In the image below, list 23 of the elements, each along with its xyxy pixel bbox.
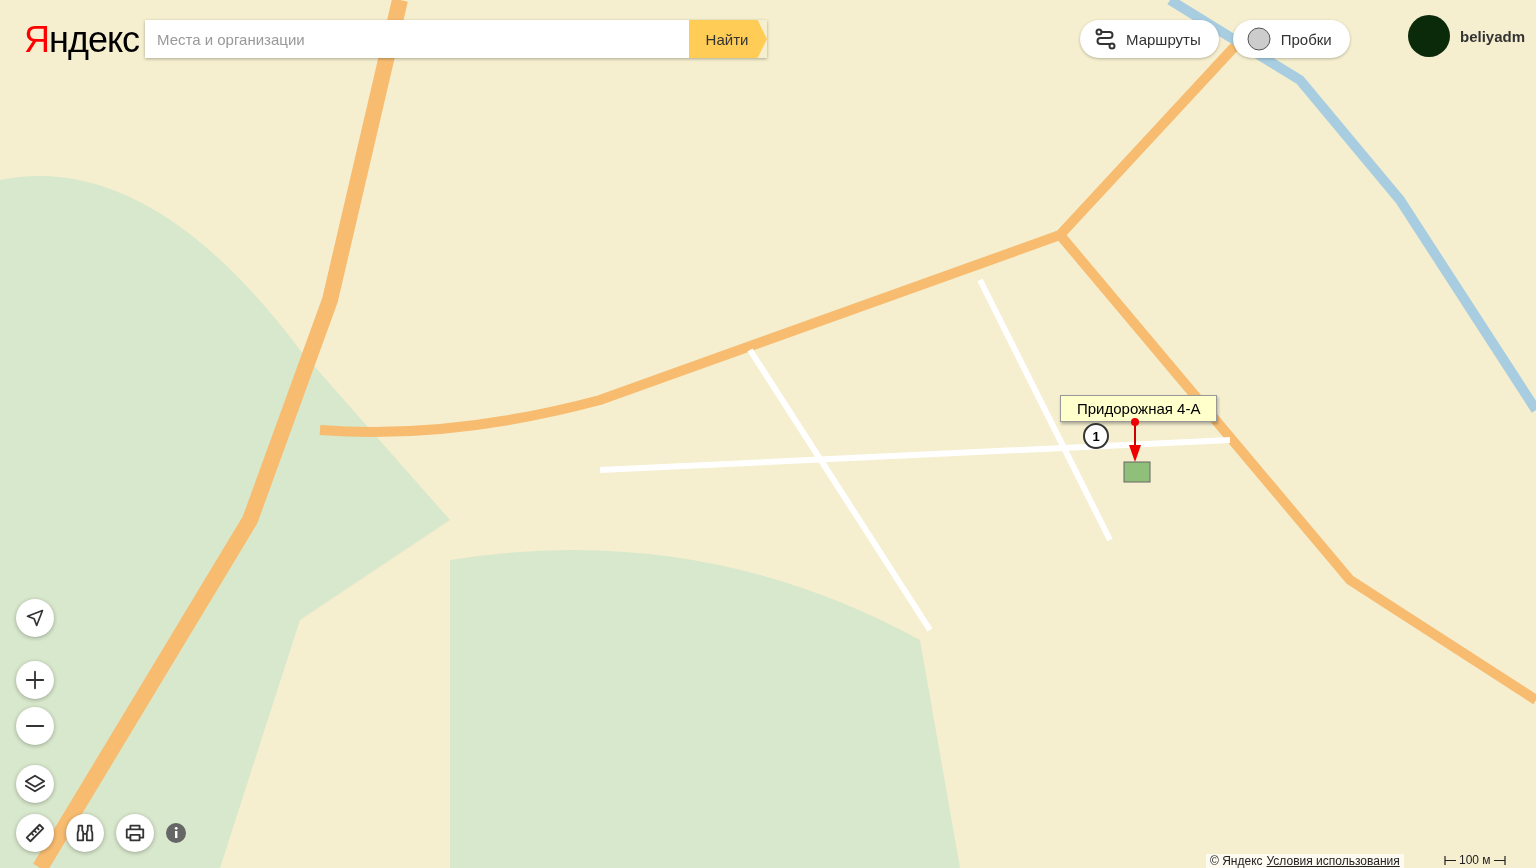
info-icon[interactable] <box>166 823 186 843</box>
scale-tick-icon <box>1444 855 1456 865</box>
binoculars-icon <box>74 822 96 844</box>
minus-icon <box>24 724 46 728</box>
user-name[interactable]: beliyadm <box>1460 27 1526 45</box>
placemark-pin-icon[interactable] <box>1123 415 1151 485</box>
routes-button[interactable]: Маршруты <box>1080 20 1219 58</box>
terms-link[interactable]: Условия использования <box>1266 854 1400 868</box>
route-icon <box>1094 28 1116 50</box>
printer-icon <box>124 822 146 844</box>
search-button[interactable]: Найти <box>689 20 767 58</box>
layers-icon <box>24 773 46 795</box>
traffic-icon <box>1246 27 1271 51</box>
ruler-icon <box>24 822 46 844</box>
logo[interactable]: Яндекс <box>24 22 140 58</box>
traffic-button[interactable]: Пробки <box>1232 20 1350 58</box>
copyright-text: © Яндекс <box>1210 854 1263 868</box>
placemark-label[interactable]: Придорожная 4-А <box>1060 395 1218 422</box>
scale-tick-icon <box>1493 855 1506 865</box>
arrow-icon <box>25 608 45 628</box>
search-field[interactable]: Места и организации <box>145 20 689 58</box>
scale-label: 100 м <box>1459 853 1491 867</box>
plus-icon <box>24 669 46 691</box>
